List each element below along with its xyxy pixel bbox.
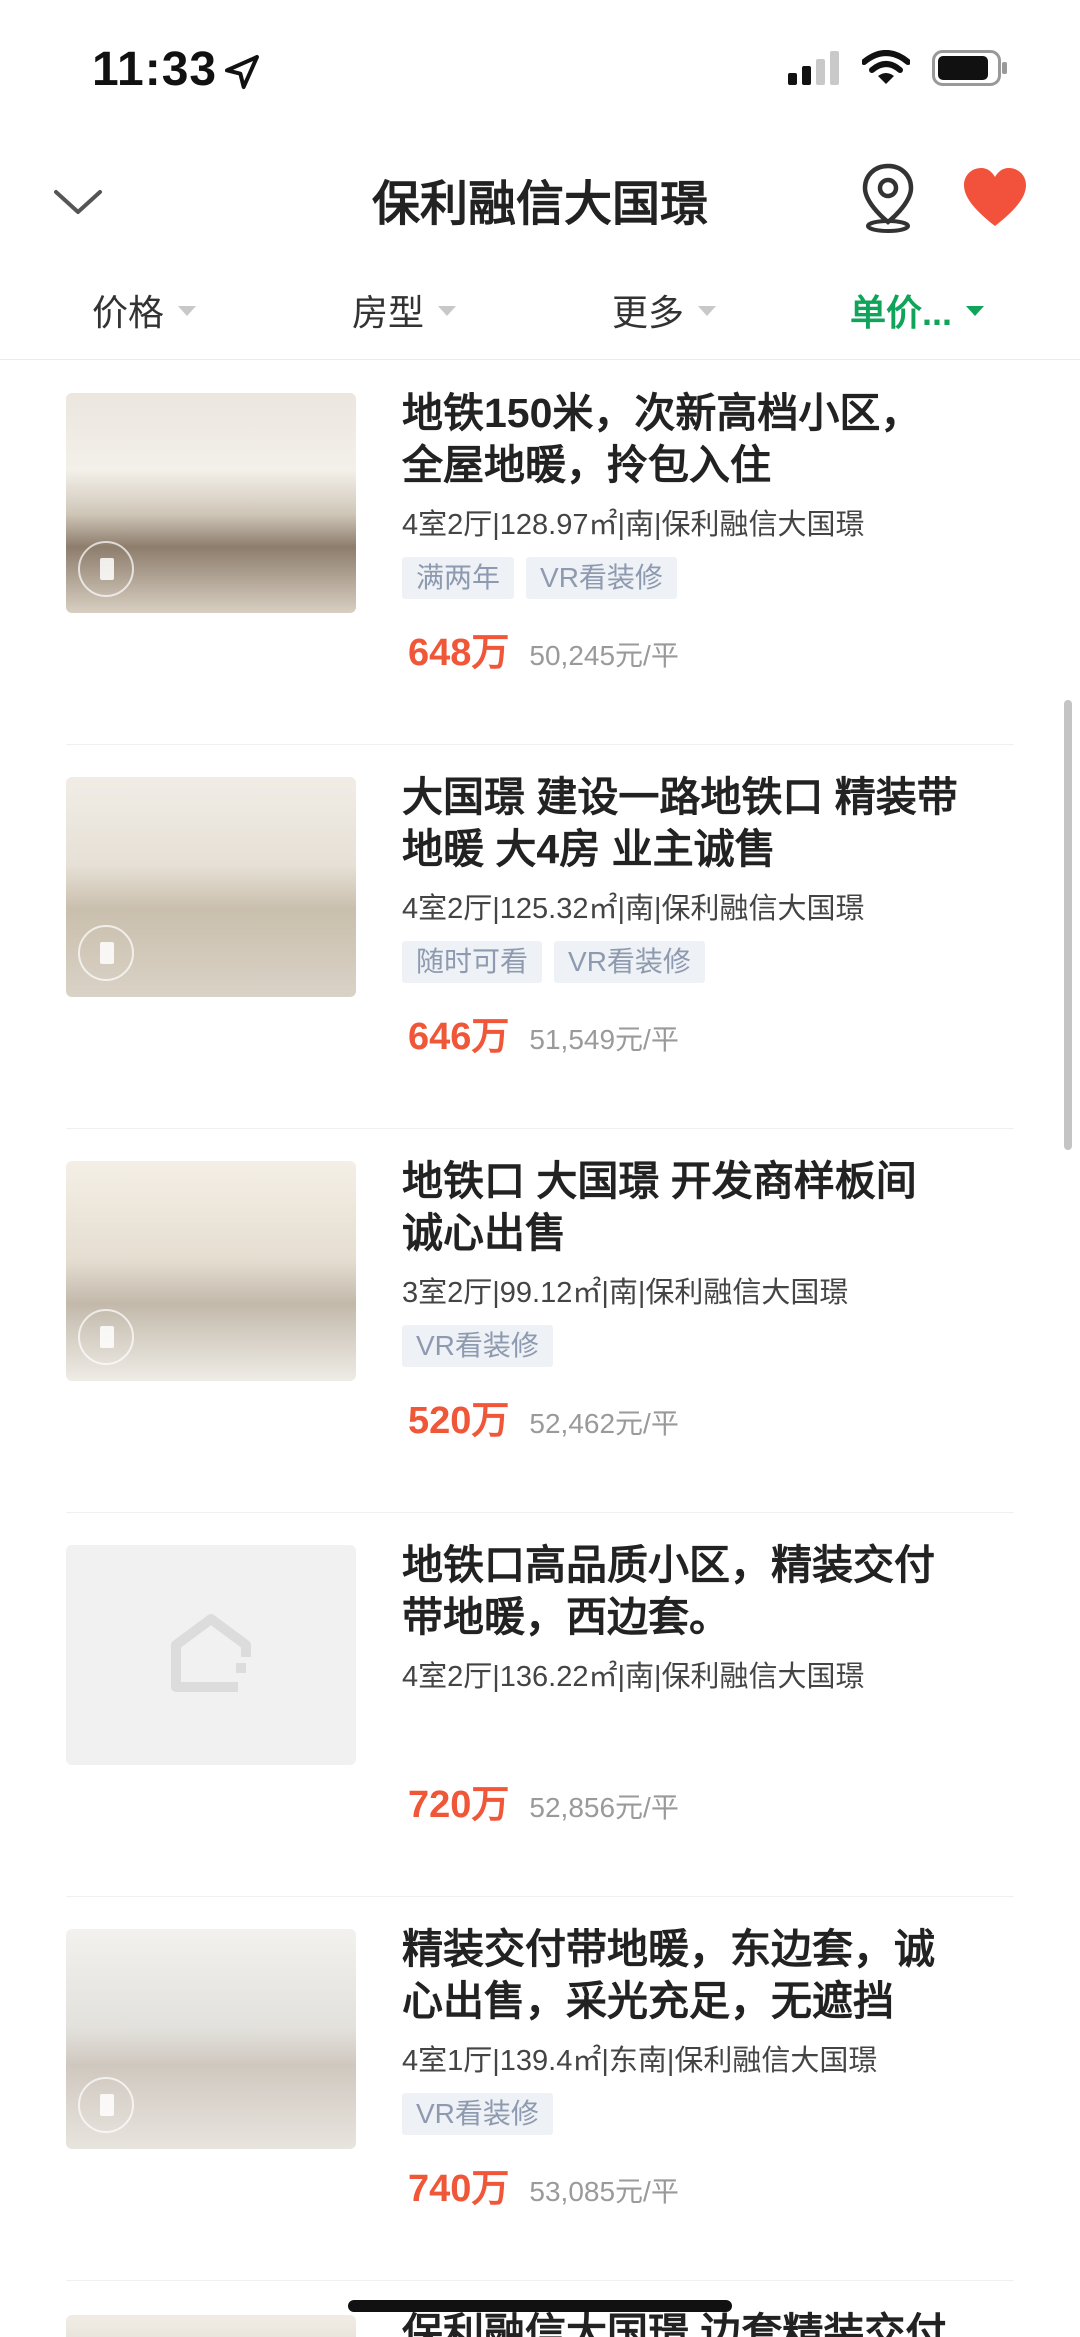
filter-unit-price[interactable]: 单价... [850, 282, 985, 338]
price-row: 646万 51,549元/平 [408, 1005, 679, 1060]
caret-down-icon [438, 306, 457, 316]
unit-price: 50,245元/平 [529, 640, 679, 671]
listing-tags: VR看装修 [402, 1325, 1014, 1367]
listing-title: 地铁150米，次新高档小区， 全屋地暖，拎包入住 [402, 387, 1014, 491]
listing-title-line: 全屋地暖，拎包入住 [402, 442, 771, 488]
cellular-signal-icon [788, 51, 839, 85]
listing-title-line: 诚心出售 [402, 1210, 566, 1256]
listing-title-line: 地暖 大4房 业主诚售 [402, 826, 776, 872]
listing-title: 精装交付带地暖，东边套，诚 心出售，采光充足，无遮挡 [402, 1923, 1014, 2027]
total-price: 520万 [408, 1400, 510, 1442]
unit-price: 52,462元/平 [529, 1408, 679, 1439]
filter-more-label: 更多 [612, 292, 685, 333]
listing-meta: 4室1厅|139.4㎡|东南|保利融信大国璟 [402, 2045, 878, 2077]
listing-meta: 4室2厅|136.22㎡|南|保利融信大国璟 [402, 1661, 865, 1693]
total-price: 720万 [408, 1784, 510, 1826]
heart-icon[interactable] [962, 166, 1028, 232]
listing-photo [66, 393, 356, 613]
listing-photo [66, 1929, 356, 2149]
vr-icon [78, 1309, 134, 1365]
list-item[interactable]: 精装交付带地暖，东边套，诚 心出售，采光充足，无遮挡 4室1厅|139.4㎡|东… [66, 1897, 1014, 2281]
home-indicator[interactable] [348, 2300, 732, 2312]
listing-meta: 3室2厅|99.12㎡|南|保利融信大国璟 [402, 1277, 849, 1309]
listing-title-line: 地铁口 大国璟 开发商样板间 [402, 1158, 917, 1204]
caret-down-icon [966, 306, 985, 316]
house-placeholder-icon [171, 1614, 251, 1692]
listing-title-line: 带地暖，西边套。 [402, 1594, 730, 1640]
total-price: 740万 [408, 2168, 510, 2210]
price-row: 648万 50,245元/平 [408, 621, 679, 676]
vr-icon [78, 925, 134, 981]
listing-meta: 4室2厅|128.97㎡|南|保利融信大国璟 [402, 509, 865, 541]
price-row: 520万 52,462元/平 [408, 1389, 679, 1444]
caret-down-icon [698, 306, 717, 316]
status-bar: 11:33 [0, 0, 1080, 140]
total-price: 646万 [408, 1016, 510, 1058]
listing-title-line: 地铁口高品质小区，精装交付 [402, 1542, 935, 1588]
tag: 随时可看 [402, 941, 543, 983]
listing-title-line: 精装交付带地暖，东边套，诚 [402, 1926, 935, 1972]
location-arrow-icon [225, 55, 259, 89]
total-price: 648万 [408, 632, 510, 674]
filter-layout[interactable]: 房型 [352, 282, 457, 338]
vr-icon [78, 2077, 134, 2133]
list-item[interactable]: 大国璟 建设一路地铁口 精装带 地暖 大4房 业主诚售 4室2厅|125.32㎡… [66, 745, 1014, 1129]
price-row: 740万 53,085元/平 [408, 2157, 679, 2212]
unit-price: 52,856元/平 [529, 1792, 679, 1823]
filter-price-label: 价格 [92, 292, 165, 333]
listing-tags: 满两年 VR看装修 [402, 557, 1014, 599]
listing-title: 大国璟 建设一路地铁口 精装带 地暖 大4房 业主诚售 [402, 771, 1014, 875]
filter-unit-price-label: 单价... [850, 292, 953, 333]
scrollbar[interactable] [1064, 700, 1072, 1150]
filter-more[interactable]: 更多 [612, 282, 717, 338]
listing-title-line: 地铁150米，次新高档小区， [402, 390, 922, 436]
map-pin-icon[interactable] [856, 162, 920, 234]
filter-price[interactable]: 价格 [92, 282, 197, 338]
listing-title-line: 大国璟 建设一路地铁口 精装带 [402, 774, 958, 820]
status-time: 11:33 [92, 43, 218, 96]
listing-photo-placeholder [66, 1545, 356, 1765]
tag: VR看装修 [402, 1325, 553, 1367]
listing-title: 地铁口高品质小区，精装交付 带地暖，西边套。 [402, 1539, 1014, 1643]
list-item[interactable]: 地铁口高品质小区，精装交付 带地暖，西边套。 4室2厅|136.22㎡|南|保利… [66, 1513, 1014, 1897]
listing-title-line: 心出售，采光充足，无遮挡 [402, 1978, 894, 2024]
tag: VR看装修 [554, 941, 705, 983]
listing-title: 地铁口 大国璟 开发商样板间 诚心出售 [402, 1155, 1014, 1259]
listing-photo [66, 777, 356, 997]
status-indicators [788, 50, 1008, 86]
price-row: 720万 52,856元/平 [408, 1773, 679, 1828]
listing-list: 地铁150米，次新高档小区， 全屋地暖，拎包入住 4室2厅|128.97㎡|南|… [0, 361, 1080, 2337]
tag: 满两年 [402, 557, 515, 599]
unit-price: 51,549元/平 [529, 1024, 679, 1055]
list-item[interactable]: 地铁口 大国璟 开发商样板间 诚心出售 3室2厅|99.12㎡|南|保利融信大国… [66, 1129, 1014, 1513]
listing-photo [66, 1161, 356, 1381]
filter-layout-label: 房型 [352, 292, 425, 333]
battery-icon [932, 50, 1007, 86]
listing-meta: 4室2厅|125.32㎡|南|保利融信大国璟 [402, 893, 865, 925]
caret-down-icon [178, 306, 197, 316]
filter-bar: 价格 房型 更多 单价... [0, 264, 1080, 360]
tag: VR看装修 [402, 2093, 553, 2135]
nav-bar: 保利融信大国璟 [0, 140, 1080, 264]
list-item[interactable]: 地铁150米，次新高档小区， 全屋地暖，拎包入住 4室2厅|128.97㎡|南|… [66, 361, 1014, 745]
listing-photo [66, 2315, 356, 2337]
vr-icon [78, 541, 134, 597]
listing-tags: VR看装修 [402, 2093, 1014, 2135]
listing-tags: 随时可看 VR看装修 [402, 941, 1014, 983]
unit-price: 53,085元/平 [529, 2176, 679, 2207]
wifi-icon [862, 50, 910, 84]
tag: VR看装修 [526, 557, 677, 599]
